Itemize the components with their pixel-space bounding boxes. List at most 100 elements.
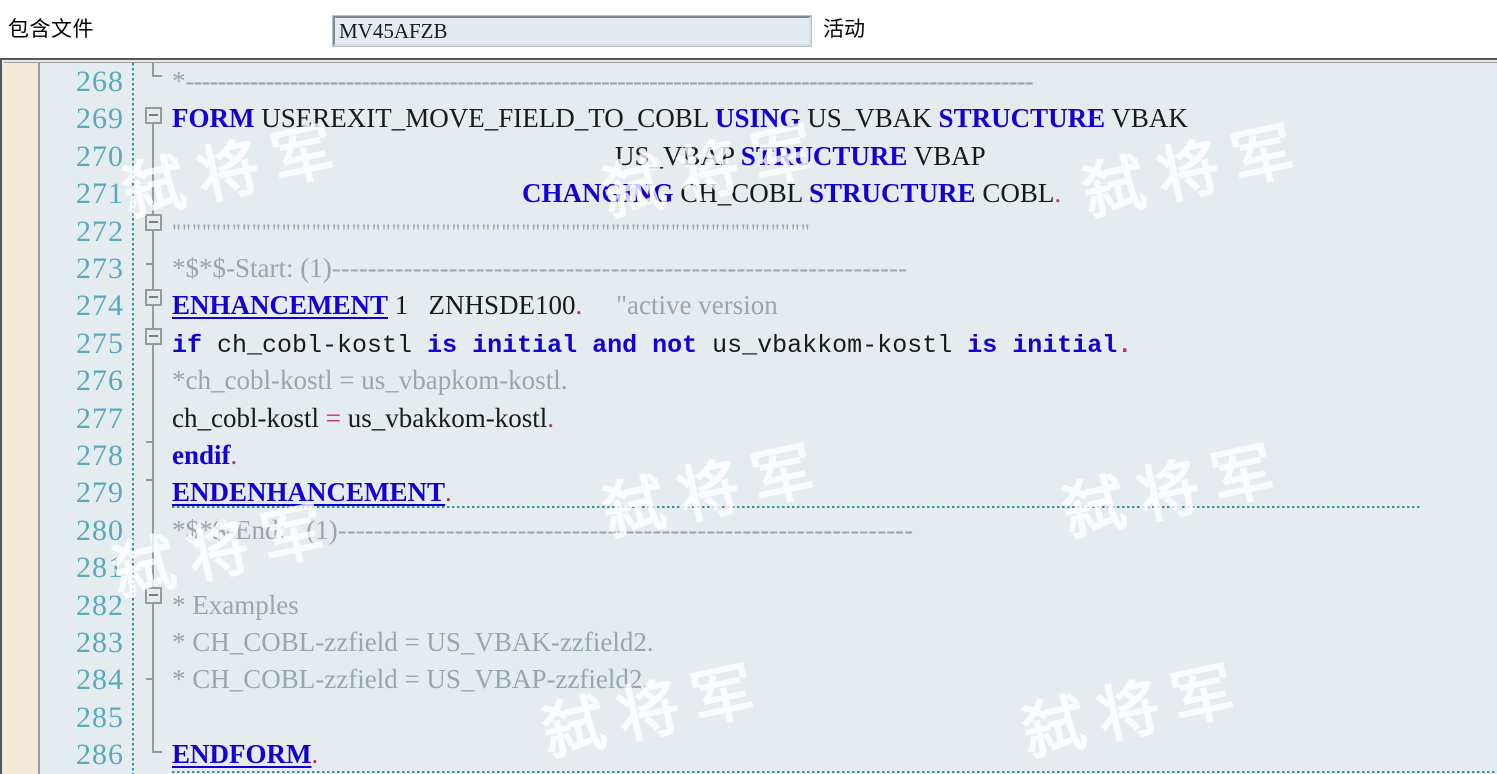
fold-line (152, 604, 154, 678)
token-period: . (1054, 178, 1062, 209)
token-keyword-structure: STRUCTURE (938, 103, 1106, 134)
code-line-284[interactable]: * CH_COBL-zzfield = US_VBAP-zzfield2. (172, 661, 649, 698)
code-line-274[interactable]: ENHANCEMENT 1 ZNHSDE100. "active version (172, 287, 778, 324)
line-number: 269 (76, 102, 124, 136)
code-line-270[interactable]: US_VBAP STRUCTURE VBAP (615, 138, 986, 175)
token-keyword-structure: STRUCTURE (809, 178, 976, 209)
token-type: VBAK (1105, 103, 1188, 134)
code-line-269[interactable]: FORM USEREXIT_MOVE_FIELD_TO_COBL USING U… (172, 100, 1188, 137)
token-number: 1 (388, 290, 429, 321)
code-line-278[interactable]: endif. (172, 437, 237, 474)
token-keyword-using: USING (714, 103, 801, 134)
token-variable: us_vbakkom-kostl (697, 330, 968, 360)
code-text-area[interactable]: *---------------------------------------… (172, 63, 1497, 774)
line-number: 281 (76, 551, 124, 585)
token-period: . (547, 402, 554, 433)
token-variable: ch_cobl-kostl (202, 330, 428, 360)
token-type: VBAP (907, 140, 986, 171)
line-number: 277 (76, 401, 124, 435)
line-number: 278 (76, 439, 124, 472)
token-keyword-changing: CHANGING (522, 178, 674, 209)
token-period: . (445, 477, 452, 508)
token-keyword-not: not (652, 330, 698, 360)
token-comment: *$*$-End: (1)---------------------------… (172, 514, 914, 545)
line-number: 280 (76, 513, 124, 547)
code-line-275[interactable]: if ch_cobl-kostl is initial and not us_v… (172, 325, 1132, 362)
line-number: 271 (76, 177, 124, 211)
object-name-input[interactable] (332, 15, 812, 47)
token-param: US_VBAP (615, 140, 741, 171)
line-number: 284 (76, 663, 124, 697)
fold-line (152, 231, 154, 263)
line-number: 283 (76, 626, 124, 659)
include-file-label: 包含文件 (8, 17, 94, 41)
token-param: US_VBAK (800, 103, 939, 134)
token-period: . (311, 739, 319, 770)
code-line-283[interactable]: * CH_COBL-zzfield = US_VBAK-zzfield2. (172, 624, 654, 661)
token-param: CH_COBL (673, 178, 810, 209)
fold-line (152, 263, 154, 289)
code-line-273[interactable]: *$*$-Start: (1)-------------------------… (172, 250, 907, 287)
token-keyword-form: FORM (172, 103, 255, 134)
fold-toggle-icon[interactable] (145, 289, 162, 306)
token-keyword-is-initial: is initial (967, 330, 1118, 360)
token-operator-assign: = (325, 402, 341, 433)
fold-line (152, 441, 154, 479)
fold-toggle-icon[interactable] (145, 328, 162, 345)
code-line-276[interactable]: *ch_cobl-kostl = us_vbapkom-kostl. (172, 362, 567, 399)
line-number: 270 (76, 139, 124, 173)
token-variable: ch_cobl-kostl (172, 402, 326, 433)
toolbar-header: 包含文件 活动 (0, 0, 1497, 58)
line-number: 286 (76, 738, 124, 772)
token-comment: * CH_COBL-zzfield = US_VBAP-zzfield2. (172, 664, 650, 695)
fold-toggle-icon[interactable] (145, 587, 162, 604)
token-keyword-if: if (172, 330, 203, 360)
code-line-268[interactable]: *---------------------------------------… (172, 63, 1034, 100)
token-comment: "active version (582, 290, 778, 321)
token-comment: *$*$-Start: (1)-------------------------… (172, 253, 908, 283)
code-line-277[interactable]: ch_cobl-kostl = us_vbakkom-kostl. (172, 400, 554, 437)
form-block-underline (172, 771, 1497, 773)
fold-line (152, 479, 154, 587)
token-keyword-endif: endif (172, 440, 231, 470)
token-form-name: USEREXIT_MOVE_FIELD_TO_COBL (254, 103, 715, 134)
token-keyword-endform: ENDFORM (172, 739, 312, 770)
token-keyword-endenhancement: ENDENHANCEMENT (172, 477, 446, 508)
line-number: 274 (76, 289, 124, 323)
token-enhancement-id: ZNHSDE100 (428, 290, 576, 321)
line-number: 275 (76, 326, 124, 360)
fold-line (152, 678, 154, 753)
fold-toggle-icon[interactable] (145, 107, 162, 124)
line-number: 279 (76, 476, 124, 510)
line-number-gutter: 268 269 270 271 272 273 274 275 276 277 … (42, 63, 134, 774)
code-folding-column[interactable] (134, 63, 172, 774)
token-type: COBL (975, 178, 1055, 209)
status-badge: 活动 (823, 17, 865, 41)
token-comment: * CH_COBL-zzfield = US_VBAK-zzfield2. (172, 627, 654, 657)
line-number: 282 (76, 588, 124, 622)
code-editor[interactable]: 268 269 270 271 272 273 274 275 276 277 … (0, 58, 1497, 774)
code-line-282[interactable]: * Examples (172, 587, 299, 624)
code-line-286[interactable]: ENDFORM. (172, 736, 318, 773)
code-line-280[interactable]: *$*$-End: (1)---------------------------… (172, 512, 913, 549)
enhancement-block-underline (172, 506, 1422, 508)
code-line-272[interactable]: """"""""""""""""""""""""""""""""""""""""… (172, 213, 811, 250)
token-period: . (1117, 330, 1133, 360)
line-number: 273 (76, 252, 124, 285)
line-number: 276 (76, 364, 124, 398)
token-rule: ----------------------------------------… (185, 66, 1034, 96)
token-comment: * Examples (172, 589, 299, 620)
fold-line (152, 306, 154, 328)
token-comment: * (172, 66, 186, 96)
breakpoint-margin[interactable] (4, 63, 40, 774)
token-variable: us_vbakkom-kostl (340, 402, 548, 433)
line-number: 285 (76, 700, 124, 734)
line-number: 268 (76, 65, 124, 98)
code-editor-inner: 268 269 270 271 272 273 274 275 276 277 … (4, 62, 1497, 774)
token-comment-quotes: """"""""""""""""""""""""""""""""""""""""… (172, 218, 811, 244)
code-line-271[interactable]: CHANGING CH_COBL STRUCTURE COBL. (522, 175, 1061, 212)
fold-corner-icon (152, 751, 162, 753)
fold-toggle-icon[interactable] (145, 214, 162, 231)
